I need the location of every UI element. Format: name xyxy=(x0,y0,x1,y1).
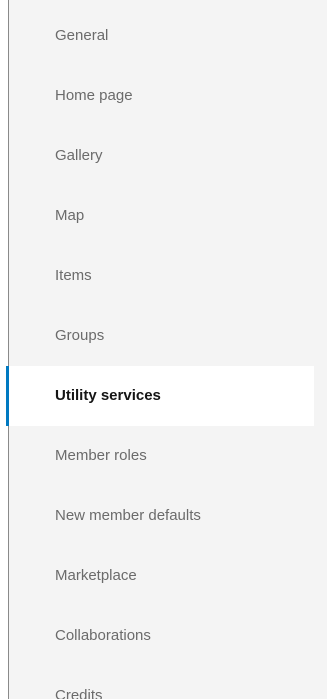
sidebar-item-marketplace[interactable]: Marketplace xyxy=(9,546,327,606)
sidebar-item-groups[interactable]: Groups xyxy=(9,306,327,366)
sidebar-item-general[interactable]: General xyxy=(9,6,327,66)
settings-nav-list: General Home page Gallery Map Items Grou… xyxy=(6,6,327,699)
sidebar-item-new-member-defaults[interactable]: New member defaults xyxy=(9,486,327,546)
sidebar-item-collaborations[interactable]: Collaborations xyxy=(9,606,327,666)
sidebar-item-gallery[interactable]: Gallery xyxy=(9,126,327,186)
settings-sidebar-nav: General Home page Gallery Map Items Grou… xyxy=(6,0,327,699)
sidebar-item-home-page[interactable]: Home page xyxy=(9,66,327,126)
sidebar-item-credits[interactable]: Credits xyxy=(9,666,327,699)
sidebar-item-utility-services[interactable]: Utility services xyxy=(6,366,314,426)
settings-page: General Home page Gallery Map Items Grou… xyxy=(0,0,327,699)
sidebar-item-map[interactable]: Map xyxy=(9,186,327,246)
sidebar-item-member-roles[interactable]: Member roles xyxy=(9,426,327,486)
sidebar-item-items[interactable]: Items xyxy=(9,246,327,306)
